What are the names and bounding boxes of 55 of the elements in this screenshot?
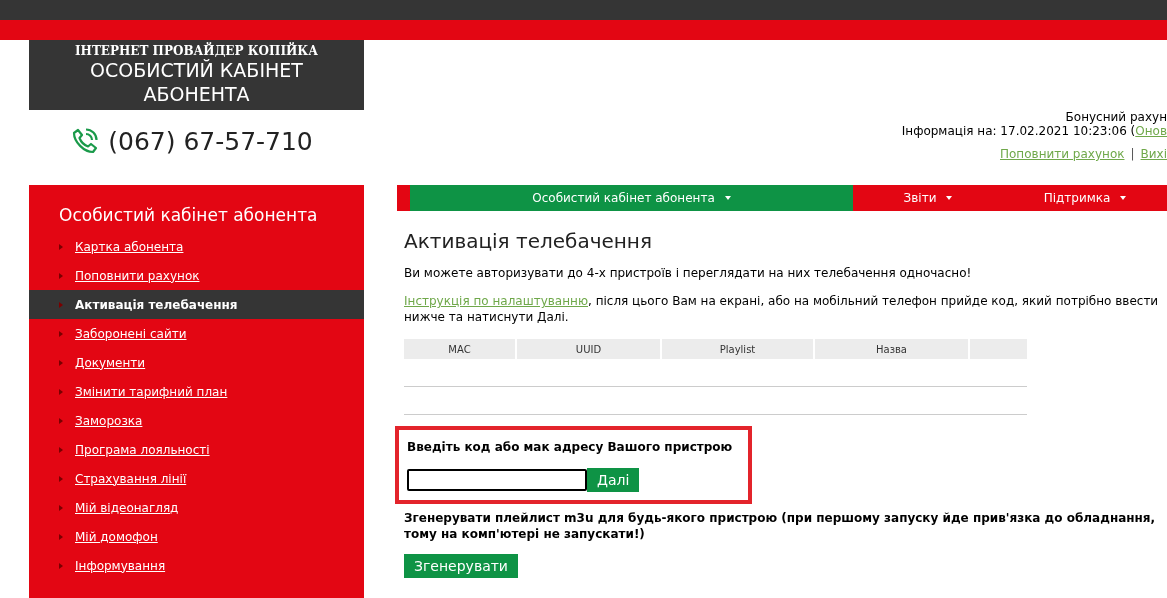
sidebar-item[interactable]: Поповнити рахунок: [29, 261, 364, 290]
bonus-account-label: Бонусний рахун: [1065, 110, 1167, 124]
info-timestamp: Інформація на: 17.02.2021 10:23:06 (: [901, 124, 1136, 138]
bullet-icon: [59, 388, 63, 395]
column-header: Назва: [815, 339, 968, 359]
nav-menu-item[interactable]: Звіти: [853, 185, 1003, 211]
bullet-icon: [59, 272, 63, 279]
bullet-icon: [59, 533, 63, 540]
sidebar-item[interactable]: Мій домофон: [29, 522, 364, 551]
provider-name: ІНТЕРНЕТ ПРОВАЙДЕР КОПІЙКА: [74, 44, 319, 58]
sidebar-item[interactable]: Картка абонента: [29, 232, 364, 261]
top-up-link[interactable]: Поповнити рахунок: [1000, 147, 1125, 161]
logout-link[interactable]: Вихі: [1140, 147, 1167, 161]
instruction-text: Інструкція по налаштуванню, після цього Вам на екрані, або на мобільний телефон прийде код, який потрібно ввести нижче та натиснути Далі.: [404, 293, 1160, 325]
bullet-icon: [59, 330, 63, 337]
code-label: Введіть код або мак адресу Вашого пристрою: [407, 440, 734, 454]
sidebar-title: Особистий кабінет абонента: [58, 205, 319, 225]
nav-menu-item[interactable]: Особистий кабінет абонента: [410, 185, 853, 211]
playlist-text: Згенерувати плейлист m3u для будь-якого пристрою (при першому запуску йде прив'язка до обладнання, тому на комп'ютері не запускати!): [404, 510, 1157, 542]
bullet-icon: [59, 504, 63, 511]
sidebar-item[interactable]: Інформування: [29, 551, 364, 580]
sidebar-item[interactable]: Активація телебачення: [29, 290, 364, 319]
intro-text: Ви можете авторизувати до 4-х пристроїв і переглядати на них телебачення одночасно!: [404, 265, 973, 281]
refresh-link[interactable]: Онов: [1135, 124, 1167, 138]
instruction-link[interactable]: Інструкція по налаштуванню: [404, 294, 588, 308]
phone-icon: [70, 126, 101, 156]
code-input-field[interactable]: [407, 469, 587, 491]
next-button[interactable]: Далі: [587, 468, 640, 492]
caret-icon: [946, 196, 953, 200]
bullet-icon: [59, 359, 63, 366]
sidebar-item[interactable]: Змінити тарифний план: [29, 377, 364, 406]
sidebar-item[interactable]: Документи: [29, 348, 364, 377]
cabinet-title: ОСОБИСТИЙ КАБІНЕТ АБОНЕНТА: [89, 58, 304, 106]
column-header: Playlist: [662, 339, 813, 359]
bullet-icon: [59, 446, 63, 453]
sidebar-item[interactable]: Заборонені сайти: [29, 319, 364, 348]
bullet-icon: [59, 475, 63, 482]
link-separator: |: [1130, 147, 1135, 161]
sidebar-item[interactable]: Програма лояльності: [29, 435, 364, 464]
nav-menu-item[interactable]: Підтримка: [1003, 185, 1167, 211]
phone-number: (067) 67-57-710: [108, 126, 313, 156]
bullet-icon: [59, 417, 63, 424]
page-title: Активація телебачення: [404, 229, 653, 253]
sidebar-item[interactable]: Страхування лінії: [29, 464, 364, 493]
bullet-icon: [59, 562, 63, 569]
sidebar-item[interactable]: Мій відеонагляд: [29, 493, 364, 522]
bullet-icon: [59, 243, 63, 250]
column-header: UUID: [517, 339, 660, 359]
caret-icon: [724, 196, 731, 200]
sidebar-item[interactable]: Заморозка: [29, 406, 364, 435]
nav-edge: [397, 185, 410, 211]
bullet-icon: [59, 301, 63, 308]
column-header: MAC: [404, 339, 515, 359]
generate-button[interactable]: Згенерувати: [404, 554, 518, 578]
caret-icon: [1120, 196, 1127, 200]
